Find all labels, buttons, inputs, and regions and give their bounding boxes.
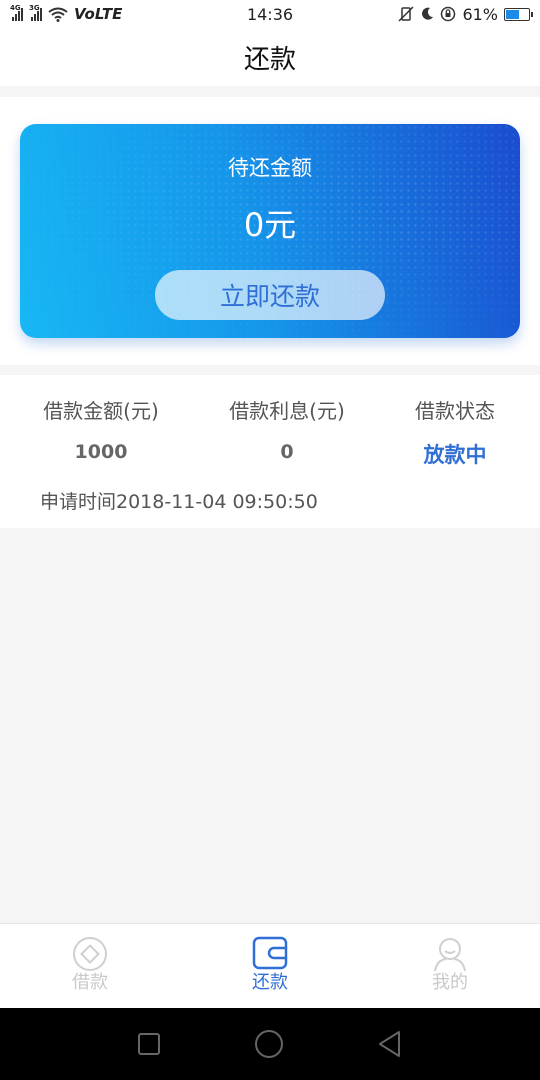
- loan-interest-value: 0: [280, 441, 294, 463]
- due-amount-label: 待还金额: [228, 156, 312, 180]
- wifi-icon: [48, 7, 68, 22]
- due-amount-value: 0元: [243, 206, 297, 244]
- diamond-circle-icon: [73, 937, 107, 971]
- battery-icon: [504, 7, 533, 21]
- volte-label: VoLTE: [74, 5, 123, 23]
- system-nav-bar: [0, 1008, 540, 1080]
- sim1-label: 4G: [10, 4, 21, 12]
- bottom-tab-bar: 借款 还款 我的: [0, 923, 540, 1008]
- tab-borrow-label: 借款: [72, 972, 108, 993]
- repayment-card: 待还金额 0元 立即还款: [20, 124, 520, 338]
- nav-header: 还款: [0, 28, 540, 86]
- moon-icon: [422, 7, 434, 20]
- card-area: 待还金额 0元 立即还款: [0, 97, 540, 365]
- person-icon: [434, 938, 466, 972]
- rotation-lock-icon: [441, 6, 456, 22]
- tab-mine-label: 我的: [432, 972, 468, 993]
- tab-repay-label: 还款: [252, 972, 288, 993]
- page-title: 还款: [243, 44, 296, 75]
- screen: 4G 3G VoLTE 14:36 61% 还款 待还金额 0元 立即还款 借款…: [0, 0, 540, 1080]
- tab-borrow[interactable]: 借款: [0, 924, 180, 1008]
- loan-amount-value: 1000: [74, 441, 128, 463]
- tab-repay[interactable]: 还款: [180, 924, 360, 1008]
- status-bar: 4G 3G VoLTE 14:36 61%: [0, 0, 540, 28]
- loan-status-value: 放款中: [423, 443, 487, 467]
- sim2-label: 3G: [29, 4, 40, 12]
- loan-status-header: 借款状态: [415, 399, 495, 423]
- square-icon[interactable]: [137, 1032, 161, 1056]
- signal-icon: 3G: [29, 4, 42, 21]
- loan-interest-header: 借款利息(元): [229, 399, 345, 423]
- wallet-icon: [252, 936, 288, 970]
- circle-icon[interactable]: [254, 1029, 284, 1059]
- status-left: 4G 3G VoLTE: [10, 4, 123, 23]
- signal-icon: 4G: [10, 4, 23, 21]
- apply-time: 申请时间2018-11-04 09:50:50: [40, 491, 318, 513]
- loan-amount-header: 借款金额(元): [43, 399, 159, 423]
- vibrate-off-icon: [398, 6, 414, 22]
- loan-info-panel: 借款金额(元) 借款利息(元) 借款状态 1000 0 放款中 申请时间2018…: [0, 375, 540, 528]
- repay-now-button[interactable]: 立即还款: [155, 270, 385, 320]
- status-right: 61%: [398, 4, 533, 24]
- triangle-back-icon[interactable]: [377, 1030, 403, 1058]
- battery-percent: 61%: [462, 4, 498, 24]
- tab-mine[interactable]: 我的: [360, 924, 540, 1008]
